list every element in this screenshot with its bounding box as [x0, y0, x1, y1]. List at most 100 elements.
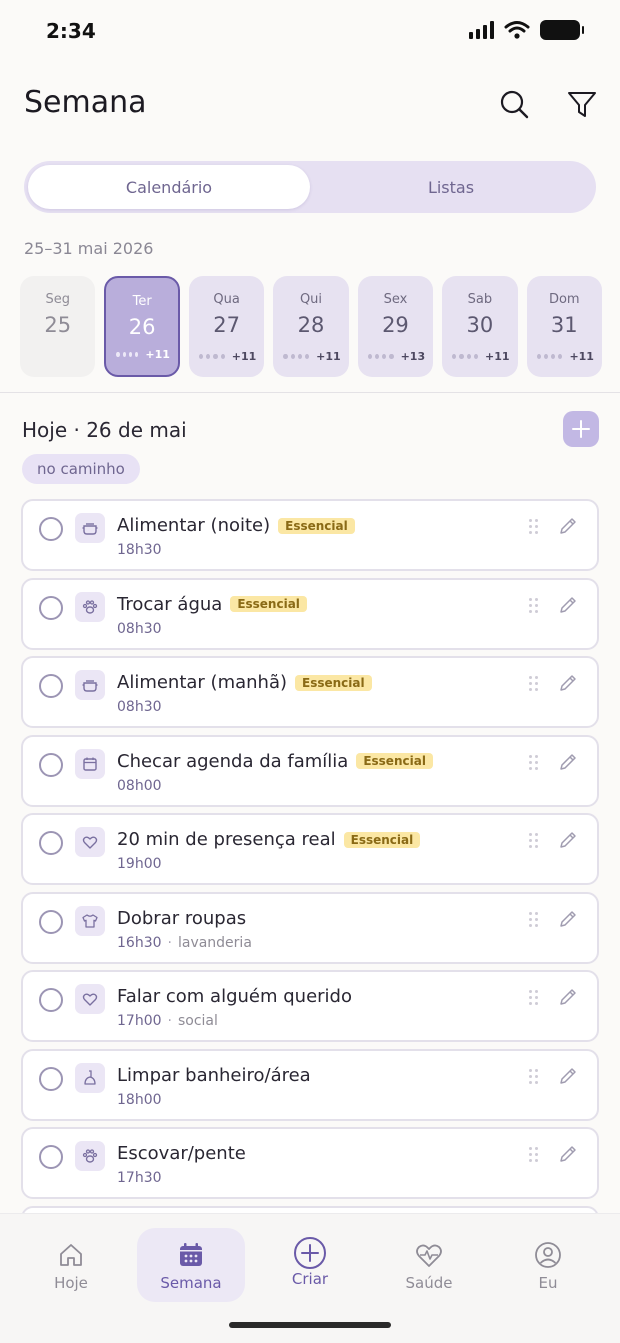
task-checkbox[interactable] — [39, 1145, 63, 1169]
task-item[interactable]: Limpar banheiro/área 18h00 — [21, 1048, 599, 1121]
task-item[interactable]: Falar com alguém querido 17h00 · social — [21, 970, 599, 1042]
task-checkbox[interactable] — [39, 674, 63, 698]
task-title-row: Trocar água Essencial — [117, 594, 307, 615]
task-meta: 17h30 — [117, 1170, 162, 1186]
brush-icon — [75, 1062, 105, 1093]
task-title-row: Checar agenda da família Essencial — [117, 751, 433, 772]
edit-icon[interactable] — [557, 829, 579, 851]
task-item[interactable]: Dobrar roupas 16h30 · lavanderia — [21, 891, 599, 964]
task-item[interactable]: Trocar água Essencial 08h30 — [21, 577, 599, 650]
tab-label: Criar — [291, 1270, 329, 1288]
task-checkbox[interactable] — [39, 517, 63, 541]
task-time: 08h30 — [117, 699, 162, 715]
day-name: Seg — [45, 292, 70, 307]
day-number: 29 — [382, 313, 409, 337]
today-title: Hoje · 26 de mai — [22, 418, 187, 442]
task-checkbox[interactable] — [39, 1066, 63, 1091]
home-indicator — [229, 1322, 391, 1328]
filter-button[interactable] — [564, 86, 600, 122]
day-wed[interactable]: Qua 27 +11 — [188, 276, 265, 377]
status-time: 2:34 — [46, 19, 96, 43]
drag-handle-icon[interactable] — [529, 1147, 539, 1163]
task-title: 20 min de presença real — [117, 829, 336, 850]
day-task-dots: +11 — [198, 350, 256, 363]
header: Semana — [24, 80, 600, 130]
edit-icon[interactable] — [557, 908, 579, 930]
drag-handle-icon[interactable] — [529, 1068, 539, 1085]
drag-handle-icon[interactable] — [529, 833, 539, 849]
drag-handle-icon[interactable] — [529, 519, 539, 535]
heart-icon — [75, 827, 105, 857]
day-thu[interactable]: Qui 28 +11 — [273, 276, 349, 377]
bowl-icon — [75, 670, 105, 700]
task-item[interactable]: Alimentar (noite) Essencial 18h30 — [21, 499, 599, 571]
day-name: Qui — [299, 292, 323, 307]
shirt-icon — [75, 905, 105, 936]
drag-handle-icon[interactable] — [529, 990, 539, 1006]
task-checkbox[interactable] — [39, 909, 63, 934]
day-fri[interactable]: Sex 29 +13 — [357, 276, 434, 377]
task-time: 08h30 — [117, 620, 162, 637]
tab-create[interactable]: Criar — [256, 1228, 364, 1302]
day-mon[interactable]: Seg 25 — [20, 276, 96, 377]
home-icon — [57, 1240, 85, 1270]
day-tue[interactable]: Ter 26 +11 — [104, 276, 180, 377]
task-title: Checar agenda da família — [117, 750, 349, 772]
day-name: Dom — [548, 292, 580, 307]
edit-icon[interactable] — [557, 751, 579, 773]
tab-home[interactable]: Hoje — [17, 1228, 125, 1302]
task-checkbox[interactable] — [39, 988, 63, 1012]
divider — [0, 392, 620, 393]
task-meta: 19h00 — [117, 856, 162, 872]
tab-label: Saúde — [405, 1274, 453, 1292]
task-time: 08h00 — [117, 777, 162, 794]
task-meta: 08h30 — [117, 699, 162, 715]
plus-icon — [572, 420, 590, 438]
drag-handle-icon[interactable] — [529, 597, 539, 614]
tab-profile[interactable]: Eu — [494, 1228, 602, 1302]
task-checkbox[interactable] — [39, 752, 63, 777]
edit-icon[interactable] — [557, 594, 579, 616]
edit-icon[interactable] — [557, 1065, 579, 1087]
paw-icon — [75, 1141, 105, 1171]
task-meta: 16h30 · lavanderia — [117, 934, 252, 951]
task-title: Escovar/pente — [117, 1143, 246, 1164]
day-extra-count: +11 — [485, 350, 510, 363]
task-item[interactable]: Alimentar (manhã) Essencial 08h30 — [21, 656, 599, 728]
task-title: Trocar água — [117, 593, 223, 615]
task-item[interactable]: Checar agenda da família Essencial 08h00 — [21, 734, 599, 807]
edit-icon[interactable] — [557, 986, 579, 1008]
add-task-button[interactable] — [563, 411, 599, 447]
task-checkbox[interactable] — [39, 595, 63, 620]
day-number: 27 — [213, 313, 240, 337]
tab-health[interactable]: Saúde — [375, 1228, 483, 1302]
day-task-dots: +11 — [452, 350, 510, 363]
day-sat[interactable]: Sab 30 +11 — [442, 276, 518, 377]
day-number: 28 — [297, 313, 325, 337]
search-button[interactable] — [496, 86, 532, 122]
page-title: Semana — [24, 85, 147, 120]
task-time: 17h00 — [117, 1013, 162, 1029]
signal-icon — [469, 21, 494, 39]
tab-label: Eu — [538, 1274, 558, 1292]
day-task-dots: +13 — [367, 350, 425, 363]
task-item[interactable]: Escovar/pente 17h30 — [21, 1127, 599, 1199]
task-time: 17h30 — [117, 1170, 162, 1186]
drag-handle-icon[interactable] — [529, 676, 539, 692]
week-range: 25–31 mai 2026 — [24, 239, 154, 258]
task-checkbox[interactable] — [39, 831, 63, 855]
edit-icon[interactable] — [557, 1143, 579, 1165]
search-icon — [500, 90, 529, 119]
tab-lists[interactable]: Listas — [310, 165, 592, 209]
edit-icon[interactable] — [557, 515, 579, 537]
drag-handle-icon[interactable] — [529, 754, 539, 771]
tab-week[interactable]: Semana — [137, 1228, 245, 1302]
task-item[interactable]: 20 min de presença real Essencial 19h00 — [21, 813, 599, 885]
paw-icon — [75, 591, 105, 622]
tab-calendar[interactable]: Calendário — [28, 165, 310, 209]
edit-icon[interactable] — [557, 672, 579, 694]
drag-handle-icon[interactable] — [529, 911, 539, 928]
task-title-row: Limpar banheiro/área — [117, 1065, 311, 1086]
task-title-row: Alimentar (noite) Essencial — [117, 515, 355, 536]
day-sun[interactable]: Dom 31 +11 — [526, 276, 602, 377]
